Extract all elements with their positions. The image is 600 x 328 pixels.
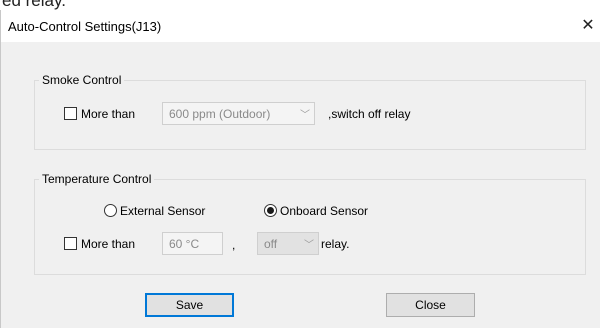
chevron-down-icon: ﹀	[304, 240, 314, 251]
temperature-threshold-value: 60 °C	[169, 237, 200, 251]
onboard-sensor-radio[interactable]	[264, 204, 277, 217]
smoke-control-legend: Smoke Control	[42, 73, 122, 87]
dialog-title: Auto-Control Settings(J13)	[8, 19, 162, 34]
title-bar: Auto-Control Settings(J13) ✕	[1, 10, 600, 42]
temp-more-than-label: More than	[81, 237, 136, 251]
save-button[interactable]: Save	[145, 293, 234, 317]
smoke-more-than-label: More than	[81, 107, 136, 121]
temp-more-than-checkbox[interactable]	[64, 237, 77, 250]
smoke-switch-off-label: ,switch off relay	[328, 107, 411, 121]
auto-control-dialog: Auto-Control Settings(J13) ✕ Smoke Contr…	[0, 10, 600, 328]
smoke-more-than-checkbox[interactable]	[64, 107, 77, 120]
close-button[interactable]: Close	[386, 293, 475, 317]
chevron-down-icon: ﹀	[300, 110, 310, 121]
relay-state-select[interactable]: off ﹀	[257, 232, 319, 255]
onboard-sensor-label: Onboard Sensor	[280, 204, 369, 218]
temperature-threshold-input[interactable]: 60 °C	[162, 232, 223, 255]
relay-state-value: off	[264, 237, 278, 251]
external-sensor-label: External Sensor	[120, 204, 206, 218]
relay-suffix-label: relay.	[321, 237, 350, 251]
smoke-ppm-value: 600 ppm (Outdoor)	[169, 107, 271, 121]
temp-comma: ,	[232, 238, 236, 252]
smoke-ppm-select[interactable]: 600 ppm (Outdoor) ﹀	[162, 102, 315, 125]
close-icon[interactable]: ✕	[577, 16, 599, 36]
temperature-control-legend: Temperature Control	[42, 172, 152, 186]
external-sensor-radio[interactable]	[104, 204, 117, 217]
temperature-control-group: Temperature Control	[34, 172, 586, 275]
